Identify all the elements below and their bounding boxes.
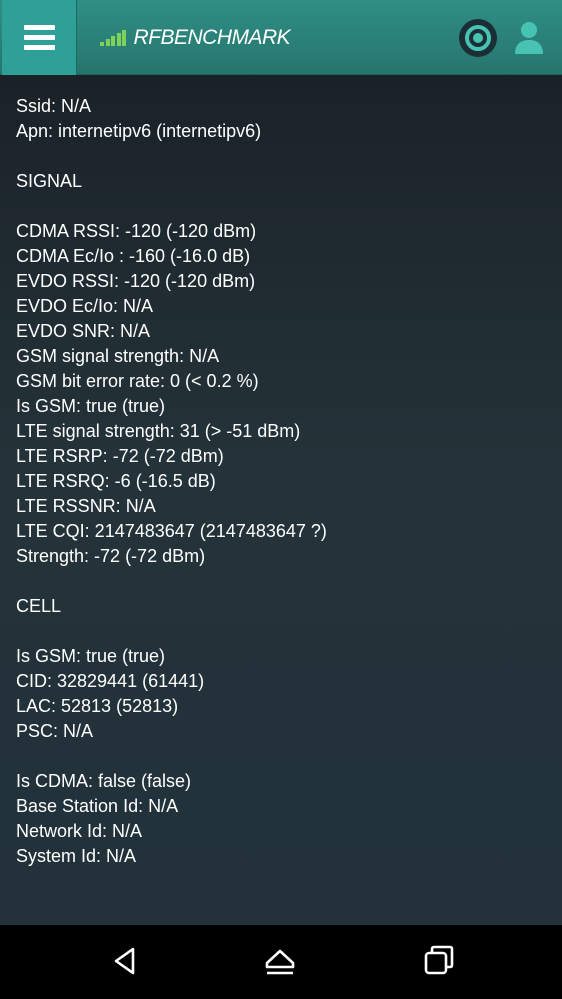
system-nav-bar [0,925,562,999]
recents-icon[interactable] [422,943,458,979]
brand-name: RFBENCHMARK [133,26,291,49]
info-line: Base Station Id: N/A [16,796,179,816]
home-icon[interactable] [262,943,298,979]
info-line: EVDO Ec/Io: N/A [16,296,154,316]
info-line: CELL [16,596,62,616]
back-icon[interactable] [107,943,143,979]
info-line: SIGNAL [16,171,83,191]
info-line: System Id: N/A [16,846,137,866]
info-line: Ssid: N/A [16,96,92,116]
user-icon[interactable] [513,20,545,56]
info-lines: Ssid: N/A Apn: internetipv6 (internetipv6… [16,94,556,869]
info-line: PSC: N/A [16,721,94,741]
info-line: EVDO RSSI: -120 (-120 dBm) [16,271,256,291]
info-line: Apn: internetipv6 (internetipv6) [16,121,262,141]
menu-button[interactable] [2,0,77,75]
info-line: Is GSM: true (true) [16,396,166,416]
brand-logo: RFBENCHMARK [100,24,291,52]
target-icon[interactable] [459,19,497,57]
info-line: LTE RSRP: -72 (-72 dBm) [16,446,224,466]
app-bar: RFBENCHMARK [0,0,562,75]
info-line: LTE RSSNR: N/A [16,496,156,516]
info-line: Is CDMA: false (false) [16,771,192,791]
info-line: LTE CQI: 2147483647 (2147483647 ?) [16,521,327,541]
info-line: Is GSM: true (true) [16,646,166,666]
hamburger-menu-icon [23,25,55,50]
info-line: LAC: 52813 (52813) [16,696,179,716]
info-line: CDMA Ec/Io : -160 (-16.0 dB) [16,246,251,266]
signal-bars-icon [100,30,128,46]
info-line: Strength: -72 (-72 dBm) [16,546,206,566]
info-scroll-area[interactable]: Ssid: N/A Apn: internetipv6 (internetipv6… [0,74,562,925]
info-line: LTE RSRQ: -6 (-16.5 dB) [16,471,216,491]
info-line: LTE signal strength: 31 (> -51 dBm) [16,421,301,441]
info-line: Network Id: N/A [16,821,143,841]
info-line: EVDO SNR: N/A [16,321,151,341]
info-line: GSM signal strength: N/A [16,346,220,366]
info-line: CDMA RSSI: -120 (-120 dBm) [16,221,257,241]
info-line: GSM bit error rate: 0 (< 0.2 %) [16,371,259,391]
info-line: CID: 32829441 (61441) [16,671,205,691]
